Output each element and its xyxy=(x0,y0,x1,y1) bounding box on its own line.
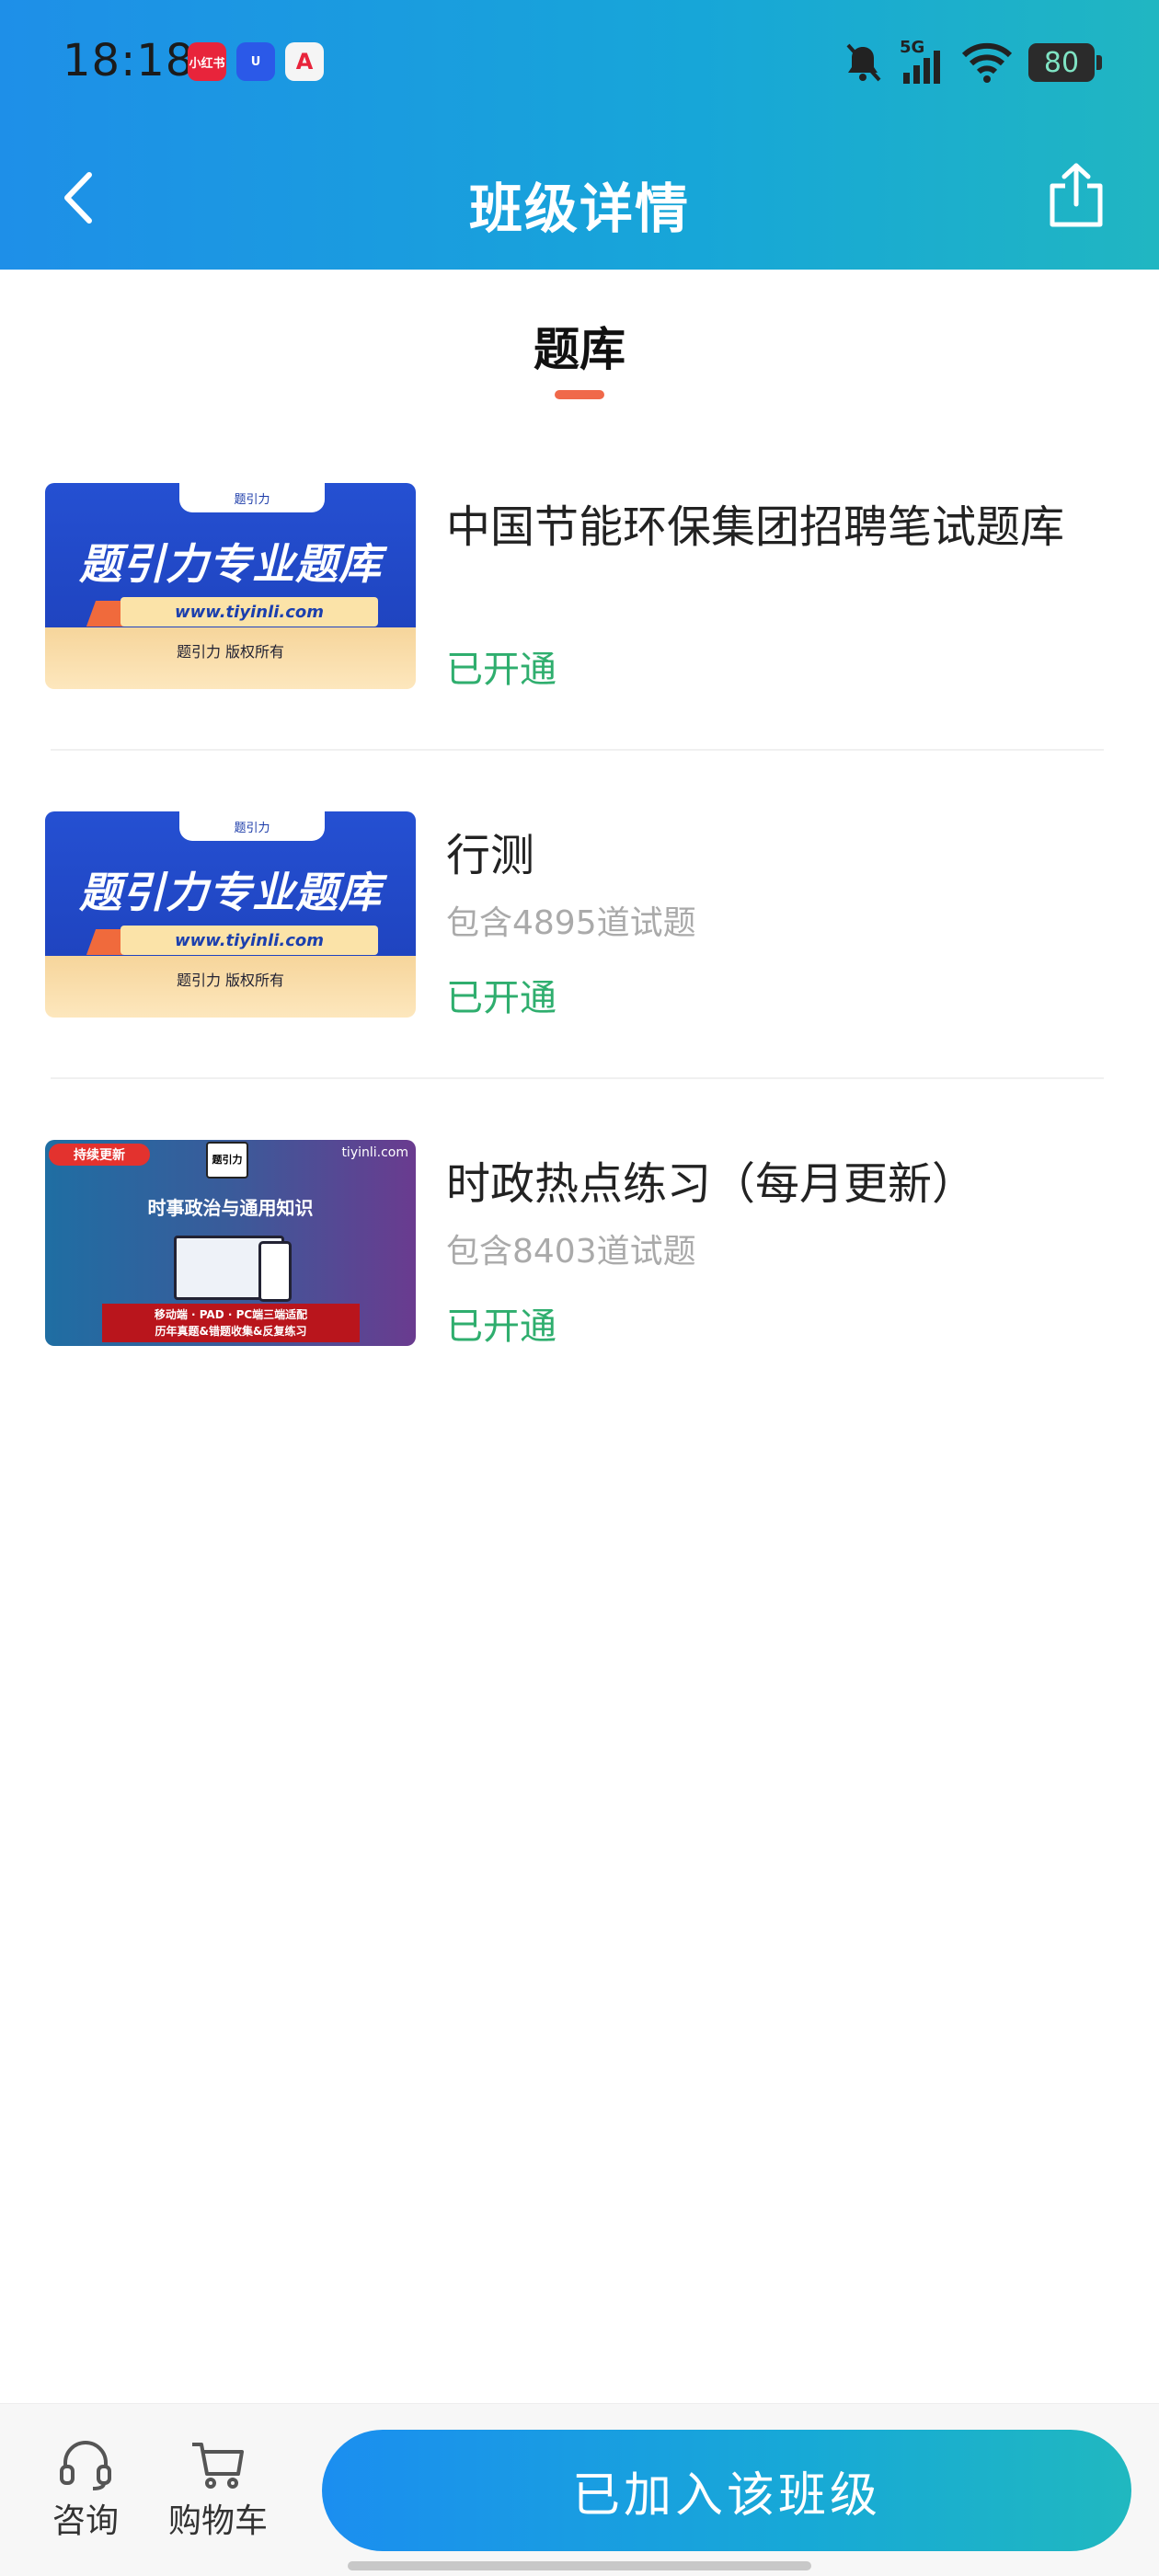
thumbnail-url: www.tiyinli.com xyxy=(120,597,378,627)
cart-label: 购物车 xyxy=(167,2502,268,2540)
divider xyxy=(51,749,1104,751)
phone-icon xyxy=(258,1241,292,1302)
cell-signal-icon: 5G xyxy=(900,38,946,84)
thumbnail-footer: 移动端 · PAD · PC端三端适配 历年真题&错题收集&反复练习 xyxy=(102,1304,360,1342)
headset-icon xyxy=(60,2441,111,2490)
consult-label: 咨询 xyxy=(52,2502,119,2540)
home-indicator[interactable] xyxy=(348,2561,811,2570)
list-item[interactable]: 持续更新 题引力 tiyinli.com 时事政治与通用知识 移动端 · PAD… xyxy=(0,1140,1159,1467)
header: 18:18 小红书 U A 5G 80 班级详情 xyxy=(0,0,1159,270)
bottom-action-bar: 咨询 购物车 已加入该班级 xyxy=(0,2403,1159,2576)
divider xyxy=(51,1077,1104,1079)
thumbnail-copyright: 题引力 版权所有 xyxy=(176,972,285,989)
status-time: 18:18 xyxy=(63,35,195,86)
status-bar: 18:18 小红书 U A 5G 80 xyxy=(0,0,1159,124)
share-icon[interactable] xyxy=(1039,158,1113,232)
thumbnail-headline: 题引力专业题库 xyxy=(79,539,382,589)
thumbnail-logo: 题引力 xyxy=(206,1142,248,1179)
course-thumbnail: 持续更新 题引力 tiyinli.com 时事政治与通用知识 移动端 · PAD… xyxy=(45,1140,416,1346)
course-thumbnail: 题引力 题引力专业题库 www.tiyinli.com 题引力 版权所有 xyxy=(45,483,416,689)
thumbnail-headline: 时事政治与通用知识 xyxy=(147,1197,314,1219)
nav-bar: 班级详情 xyxy=(0,138,1159,258)
item-title: 时政热点练习（每月更新） xyxy=(446,1158,977,1210)
page-title: 班级详情 xyxy=(468,178,690,240)
thumbnail-badge: 持续更新 xyxy=(49,1144,150,1166)
joined-class-button[interactable]: 已加入该班级 xyxy=(322,2430,1131,2551)
course-thumbnail: 题引力 题引力专业题库 www.tiyinli.com 题引力 版权所有 xyxy=(45,811,416,1018)
list-item[interactable]: 题引力 题引力专业题库 www.tiyinli.com 题引力 版权所有 行测 … xyxy=(0,811,1159,1139)
consult-button[interactable]: 咨询 xyxy=(26,2404,145,2542)
thumbnail-url: www.tiyinli.com xyxy=(120,926,378,955)
item-question-count: 包含4895道试题 xyxy=(446,904,696,942)
item-title: 中国节能环保集团招聘笔试题库 xyxy=(446,501,1065,553)
thumbnail-brand-tab: 题引力 xyxy=(179,483,325,512)
wifi-icon xyxy=(962,42,1012,83)
thumbnail-headline: 题引力专业题库 xyxy=(79,868,382,917)
tab-question-bank[interactable]: 题库 xyxy=(0,313,1159,379)
item-status: 已开通 xyxy=(446,649,557,691)
thumbnail-site: tiyinli.com xyxy=(341,1145,408,1160)
item-status: 已开通 xyxy=(446,1305,557,1348)
a-app-icon: A xyxy=(285,42,324,81)
item-question-count: 包含8403道试题 xyxy=(446,1233,696,1271)
item-title: 行测 xyxy=(446,830,535,881)
cart-button[interactable]: 购物车 xyxy=(158,2404,278,2542)
bell-muted-icon xyxy=(846,43,881,82)
list-item[interactable]: 题引力 题引力专业题库 www.tiyinli.com 题引力 版权所有 中国节… xyxy=(0,483,1159,811)
item-status: 已开通 xyxy=(446,977,557,1019)
tab-active-indicator xyxy=(555,390,604,399)
status-icons: 5G 80 xyxy=(843,37,1102,88)
battery-icon: 80 xyxy=(1028,43,1102,82)
shopping-cart-icon xyxy=(192,2443,244,2489)
shield-app-icon: U xyxy=(236,42,275,81)
thumbnail-brand-tab: 题引力 xyxy=(179,811,325,841)
thumbnail-copyright: 题引力 版权所有 xyxy=(176,643,285,661)
xiaohongshu-app-icon: 小红书 xyxy=(188,42,226,81)
